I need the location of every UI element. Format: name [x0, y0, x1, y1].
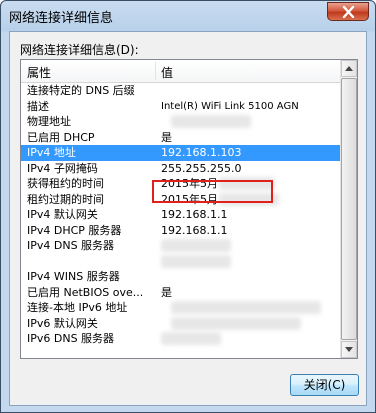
row-property: IPv4 DHCP 服务器	[27, 223, 122, 237]
scroll-thumb[interactable]	[341, 78, 357, 340]
row-property: 已启用 DHCP	[27, 130, 95, 144]
list-row[interactable]: IPv4 WINS 服务器	[21, 269, 341, 285]
list-row-selected[interactable]: IPv4 地址 192.168.1.103	[21, 145, 341, 161]
column-header-property[interactable]: 属性	[27, 64, 51, 81]
list-row[interactable]: IPv6 默认网关	[21, 316, 341, 332]
list-row[interactable]: 描述 Intel(R) WiFi Link 5100 AGN	[21, 99, 341, 115]
row-property: IPv4 WINS 服务器	[27, 270, 120, 283]
list-rows: 连接特定的 DNS 后缀 描述 Intel(R) WiFi Link 5100 A…	[21, 83, 341, 347]
row-value: 192.168.1.103	[161, 146, 242, 159]
list-row[interactable]: 物理地址	[21, 114, 341, 130]
column-divider[interactable]	[155, 62, 156, 80]
details-listview[interactable]: 属性 值 连接特定的 DNS 后缀 描述 Intel(R) WiFi Link 5…	[20, 59, 358, 359]
row-property: 获得租约的时间	[27, 177, 104, 190]
row-value: Intel(R) WiFi Link 5100 AGN	[161, 100, 299, 112]
row-property: 连接特定的 DNS 后缀	[27, 84, 135, 97]
scroll-down-button[interactable]	[341, 341, 357, 358]
dialog-window: 网络连接详细信息 网络连接详细信息(D): 属性 值 连接特定的 DNS 后缀 …	[0, 0, 376, 413]
row-value: 是	[161, 285, 172, 299]
redacted-mark	[161, 332, 221, 345]
list-header: 属性 值	[21, 60, 341, 83]
title-close-button[interactable]	[327, 2, 369, 21]
row-property: IPv4 默认网关	[27, 208, 98, 221]
close-icon	[342, 6, 355, 18]
list-row[interactable]: IPv6 DNS 服务器	[21, 331, 341, 347]
row-value: 是	[161, 130, 172, 144]
row-property: 描述	[27, 99, 49, 113]
column-header-value[interactable]: 值	[161, 64, 173, 81]
row-value: 192.168.1.1	[161, 208, 228, 221]
redacted-mark	[161, 254, 231, 268]
details-label: 网络连接详细信息(D):	[20, 43, 139, 57]
list-row[interactable]: IPv4 DNS 服务器	[21, 238, 341, 254]
dialog-body: 网络连接详细信息(D): 属性 值 连接特定的 DNS 后缀 描述 Intel(R…	[9, 31, 367, 406]
row-property: 已启用 NetBIOS ove...	[27, 285, 144, 299]
row-property: IPv4 地址	[27, 146, 76, 159]
row-value: 255.255.255.0	[161, 161, 242, 175]
scroll-up-button[interactable]	[341, 60, 357, 77]
list-row[interactable]: IPv4 子网掩码 255.255.255.0	[21, 161, 341, 177]
row-property: 物理地址	[27, 115, 71, 128]
row-property: IPv4 子网掩码	[27, 161, 98, 175]
list-row[interactable]	[21, 254, 341, 270]
redacted-mark	[161, 239, 231, 252]
row-value: 192.168.1.1	[161, 223, 228, 237]
row-property: 租约过期的时间	[27, 192, 104, 206]
title-bar[interactable]: 网络连接详细信息	[1, 1, 375, 31]
redacted-mark	[171, 301, 321, 314]
window-title: 网络连接详细信息	[9, 11, 114, 26]
close-button[interactable]: 关闭(C)	[290, 374, 359, 396]
arrow-up-icon	[345, 66, 353, 71]
row-property: IPv6 DNS 服务器	[27, 332, 115, 345]
list-row[interactable]: IPv4 默认网关 192.168.1.1	[21, 207, 341, 223]
list-row[interactable]: 已启用 DHCP 是	[21, 130, 341, 146]
row-property: 连接-本地 IPv6 地址	[27, 301, 128, 314]
redacted-mark	[171, 316, 301, 330]
row-property: IPv4 DNS 服务器	[27, 239, 115, 252]
redacted-mark	[171, 115, 251, 128]
list-row[interactable]: IPv4 DHCP 服务器 192.168.1.1	[21, 223, 341, 239]
arrow-down-icon	[345, 347, 353, 352]
list-row[interactable]: 连接特定的 DNS 后缀	[21, 83, 341, 99]
list-row[interactable]: 连接-本地 IPv6 地址	[21, 300, 341, 316]
highlight-annotation	[152, 180, 273, 203]
vertical-scrollbar[interactable]	[340, 60, 357, 358]
row-property: IPv6 默认网关	[27, 316, 98, 330]
list-row[interactable]: 已启用 NetBIOS ove... 是	[21, 285, 341, 301]
